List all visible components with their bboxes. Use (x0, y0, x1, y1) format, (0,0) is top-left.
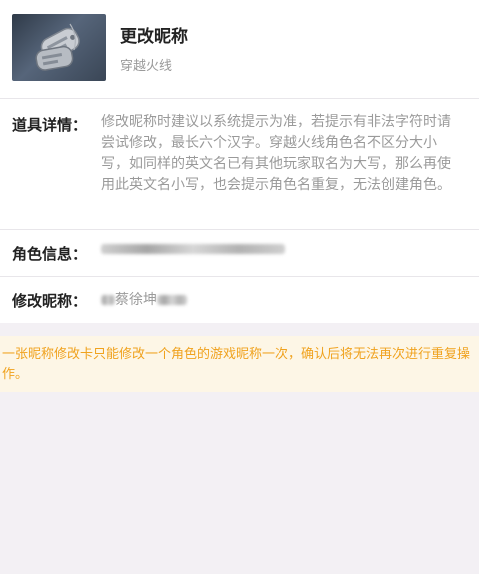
dog-tag-icon (35, 23, 80, 71)
divider (0, 229, 479, 230)
details-label: 道具详情： (12, 116, 88, 134)
details-text: 修改昵称时建议以系统提示为准，若提示有非法字符时请尝试修改，最长六个汉字。穿越火… (101, 114, 451, 193)
divider (0, 98, 479, 99)
nickname-text: 蔡徐坤 (115, 292, 157, 308)
redacted-suffix (157, 295, 187, 305)
role-info-label: 角色信息： (12, 245, 88, 263)
warning-notice: 一张昵称修改卡只能修改一个角色的游戏昵称一次，确认后将无法再次进行重复操作。 (0, 336, 479, 392)
divider (0, 276, 479, 277)
redacted-prefix (101, 295, 115, 305)
role-info-value[interactable] (101, 241, 285, 257)
item-game-name: 穿越火线 (120, 59, 173, 74)
item-thumbnail (12, 14, 106, 81)
item-header: 更改昵称 穿越火线 (0, 0, 479, 98)
redacted-role-info (101, 244, 285, 254)
nickname-value[interactable]: 蔡徐坤 (101, 289, 187, 309)
nickname-label: 修改昵称： (12, 292, 88, 310)
item-name: 更改昵称 (120, 27, 188, 47)
item-detail-card: 更改昵称 穿越火线 道具详情： 修改昵称时建议以系统提示为准，若提示有非法字符时… (0, 0, 479, 323)
